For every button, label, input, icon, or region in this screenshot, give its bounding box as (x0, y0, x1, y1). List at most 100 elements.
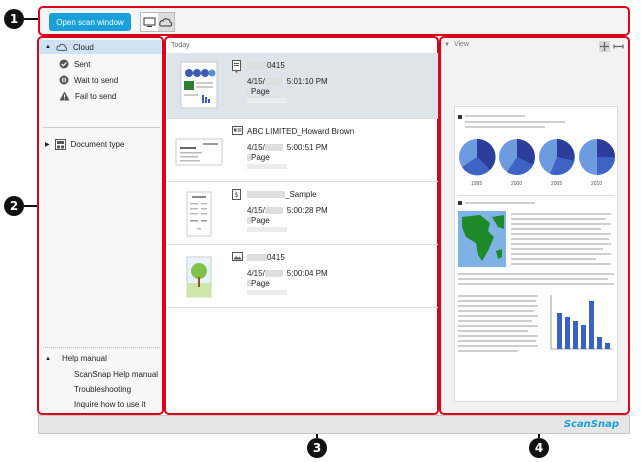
help-link-label: ScanSnap Help manual (74, 370, 159, 379)
page-text-line (511, 248, 603, 250)
page-text-line (458, 340, 536, 342)
list-item[interactable]: $ _Sample 4/15/5:00:28 PM Page (167, 182, 438, 245)
sidebar-item-label: Cloud (72, 42, 94, 52)
help-link-label: Inquire how to use it (74, 400, 146, 409)
status-bar: ScanSnap (38, 415, 630, 434)
item-pages: Page (247, 279, 270, 288)
page-text-line (465, 202, 535, 204)
callout-1: 1 (4, 9, 24, 29)
fit-page-icon[interactable] (599, 41, 610, 52)
page-text-line (458, 330, 528, 332)
year-label: 2005 (551, 181, 563, 187)
year-label: 2010 (591, 181, 603, 187)
receipt-icon: $ (232, 189, 241, 200)
page-text-line (465, 115, 525, 117)
item-title: _Sample (247, 190, 317, 199)
world-map-image (458, 211, 506, 267)
help-link-scansnap-manual[interactable]: ScanSnap Help manual (74, 370, 158, 379)
item-date: 4/15/5:00:51 PM (247, 143, 328, 152)
sidebar-item-sent[interactable]: Sent (59, 59, 90, 69)
list-item[interactable]: 0415 4/15/5:00:04 PM Page (167, 245, 438, 308)
thumbnail-receipt (175, 190, 223, 238)
view-header[interactable]: ▼ View (444, 41, 469, 48)
cloud-icon (56, 43, 68, 51)
page-text-line (511, 213, 611, 215)
cloud-icon (159, 17, 173, 26)
leader-line-2 (24, 205, 37, 207)
callout-4: 4 (529, 438, 549, 458)
collapse-arrow-icon: ▲ (45, 355, 51, 362)
svg-text:$: $ (234, 191, 238, 199)
pie-chart-1995 (459, 138, 496, 176)
computer-mode-button[interactable] (141, 13, 158, 31)
open-scan-window-button[interactable]: Open scan window (49, 13, 131, 31)
help-manual-label: Help manual (61, 354, 107, 363)
list-item[interactable]: 0415 4/15/5:01:10 PM Page (167, 53, 438, 119)
item-date: 4/15/5:00:28 PM (247, 206, 328, 215)
page-text-line (458, 273, 614, 275)
page-text-line (458, 315, 538, 317)
sidebar-item-wait-to-send[interactable]: Wait to send (59, 75, 118, 85)
help-link-troubleshooting[interactable]: Troubleshooting (74, 385, 131, 394)
sidebar-item-fail-to-send[interactable]: Fail to send (59, 91, 116, 101)
pie-chart-2010 (579, 139, 615, 175)
pie-chart-2000 (499, 139, 535, 175)
help-manual-header[interactable]: ▲ Help manual (45, 354, 107, 363)
item-title: ABC LIMITED_Howard Brown (247, 127, 355, 136)
item-pages: Page (247, 216, 270, 225)
check-circle-icon (59, 59, 69, 69)
mode-toggle (140, 12, 175, 32)
page-text-line (458, 335, 538, 337)
page-text-line (511, 223, 611, 225)
sidebar-item-label: Wait to send (74, 75, 119, 85)
page-text-line (511, 238, 609, 240)
group-header-today: Today (171, 42, 190, 49)
pie-chart-2005 (539, 139, 575, 176)
view-label: View (453, 41, 469, 48)
callout-2: 2 (4, 196, 24, 216)
cloud-mode-button[interactable] (157, 13, 174, 31)
page-text-line (465, 126, 545, 128)
thumbnail-business-card (175, 127, 223, 175)
sidebar-item-cloud[interactable]: ▲ Cloud (39, 40, 162, 54)
leader-line-1 (24, 18, 38, 20)
sidebar-item-label: Document type (70, 140, 125, 149)
item-title: 0415 (247, 61, 285, 70)
page-text-line (511, 228, 601, 230)
fit-width-icon[interactable] (613, 41, 624, 52)
page-text-line (511, 218, 606, 220)
year-label: 1995 (471, 181, 483, 187)
business-card-icon (232, 126, 243, 135)
sidebar-divider (43, 127, 160, 128)
page-text-line (458, 295, 538, 297)
photo-icon (232, 252, 243, 261)
content-list: Today 0415 4/15/5:01:10 PM Page ABC LIMI… (164, 36, 439, 415)
page-divider (458, 195, 614, 196)
page-heading-marker (458, 201, 462, 205)
document-icon (232, 60, 241, 74)
item-pages: Page (247, 87, 270, 96)
sidebar-item-document-type[interactable]: ▶ Document type (45, 139, 124, 150)
page-heading-marker (458, 115, 462, 119)
page-text-line (511, 243, 611, 245)
page-text-line (511, 258, 596, 260)
page-text-line (458, 300, 536, 302)
item-date: 4/15/5:00:04 PM (247, 269, 328, 278)
collapse-arrow-icon: ▲ (45, 44, 51, 50)
pie-charts (459, 138, 615, 176)
item-date: 4/15/5:01:10 PM (247, 77, 328, 86)
page-text-line (458, 350, 518, 352)
page-text-line (458, 345, 538, 347)
item-title: 0415 (247, 253, 285, 262)
help-link-inquire[interactable]: Inquire how to use it (74, 400, 146, 409)
page-text-line (458, 310, 534, 312)
page-text-line (458, 278, 608, 280)
page-text-line (458, 305, 538, 307)
help-divider (43, 347, 160, 348)
list-item[interactable]: ABC LIMITED_Howard Brown 4/15/5:00:51 PM… (167, 119, 438, 182)
page-text-line (511, 263, 611, 265)
thumbnail-report (175, 61, 223, 109)
preview-page: 1995 2000 2005 2010 (454, 106, 618, 402)
page-text-line (511, 233, 611, 235)
callout-3: 3 (307, 438, 327, 458)
